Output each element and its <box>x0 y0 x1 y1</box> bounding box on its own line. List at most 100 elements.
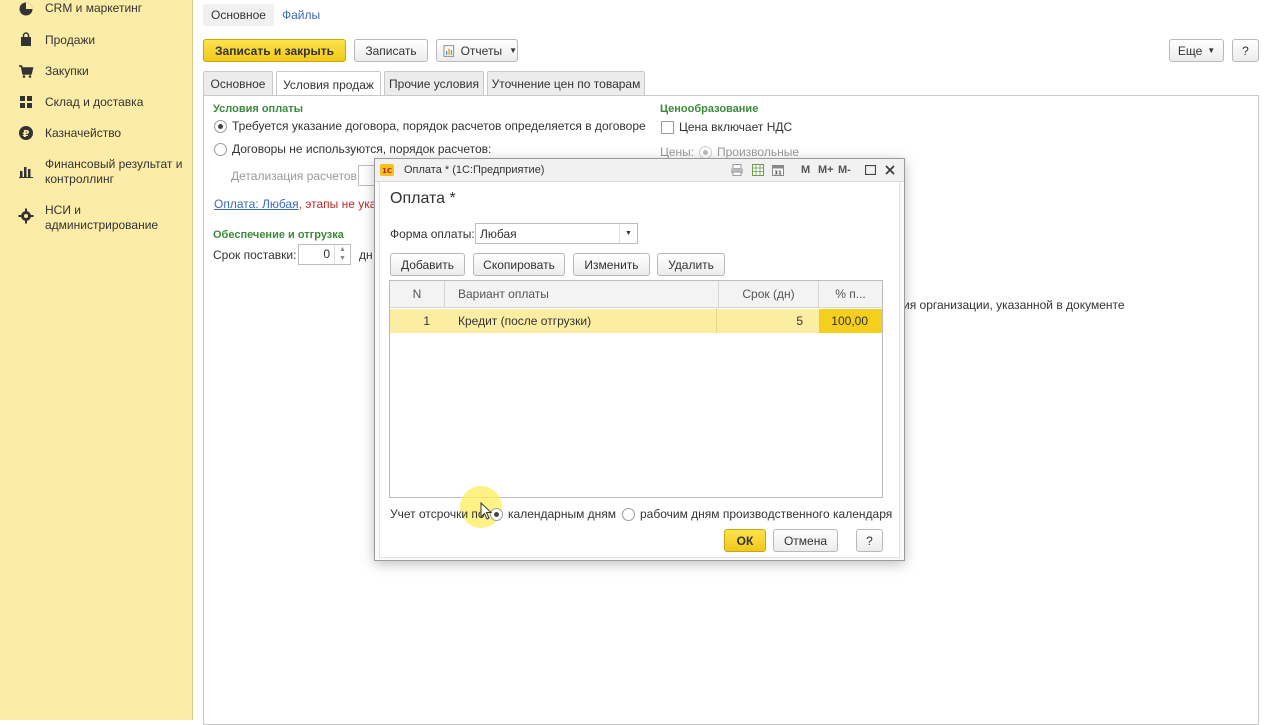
more-button[interactable]: Еще ▼ <box>1169 39 1224 62</box>
prices-label: Цены: <box>660 145 695 159</box>
nav-main[interactable]: Основное <box>203 4 274 26</box>
bar-chart-icon <box>19 167 33 178</box>
sidebar-item-financial-result[interactable]: Финансовый результат и контроллинг <box>0 156 193 188</box>
ok-button[interactable]: ОК <box>724 529 766 552</box>
table-row[interactable]: 1 Кредит (после отгрузки) 5 100,00 <box>390 309 882 333</box>
payment-options-table: N Вариант оплаты Срок (дн) % п... 1 Кред… <box>389 280 883 498</box>
memory-m-button[interactable]: M <box>801 164 810 176</box>
sidebar-item-label: Склад и доставка <box>45 95 144 109</box>
sidebar-item-nsi-admin[interactable]: НСИ и администрирование <box>0 202 193 234</box>
sidebar-item-label: Финансовый результат и контроллинг <box>45 157 183 186</box>
grid-icon <box>20 96 32 108</box>
column-header-term[interactable]: Срок (дн) <box>719 281 819 308</box>
radio-no-contract-label: Договоры не используются, порядок расчет… <box>232 142 492 156</box>
add-row-button[interactable]: Добавить <box>390 253 465 276</box>
sidebar-item-warehouse[interactable]: Склад и доставка <box>0 94 193 112</box>
edit-row-button[interactable]: Изменить <box>573 253 650 276</box>
radio-contract-required[interactable] <box>214 120 227 133</box>
svg-text:31: 31 <box>774 171 782 177</box>
dropdown-arrow-icon: ▼ <box>509 46 517 55</box>
reports-button[interactable]: Отчеты ▼ <box>436 39 518 62</box>
reports-label: Отчеты <box>460 43 503 58</box>
payment-terms-heading: Условия оплаты <box>213 103 304 115</box>
delivery-label: Срок поставки: <box>213 248 297 262</box>
radio-no-contract[interactable] <box>214 143 227 156</box>
delivery-value: 0 <box>323 247 330 261</box>
organization-note: ия организации, указанной в документе <box>903 298 1125 312</box>
payment-link[interactable]: Оплата: Любая <box>214 197 299 211</box>
vat-included-label: Цена включает НДС <box>679 120 793 134</box>
sidebar-item-label: Закупки <box>45 64 89 78</box>
sidebar-item-label: CRM и маркетинг <box>45 1 143 15</box>
cell-n: 1 <box>423 314 430 328</box>
sidebar-item-label: Казначейство <box>45 126 122 140</box>
dialog-heading: Оплата * <box>390 190 456 207</box>
deferral-label: Учет отсрочки по <box>390 507 485 521</box>
cell-variant: Кредит (после отгрузки) <box>445 309 717 333</box>
sidebar-item-label: Продажи <box>45 33 96 47</box>
sidebar: CRM и маркетинг Продажи Закупки Склад и … <box>0 0 193 720</box>
detail-label: Детализация расчетов: <box>231 169 361 183</box>
days-suffix: дн <box>359 248 373 262</box>
tab-main[interactable]: Основное <box>203 71 273 96</box>
prices-option-label: Произвольные <box>717 145 800 159</box>
dialog-help-button[interactable]: ? <box>856 529 883 552</box>
bag-icon <box>21 32 31 46</box>
payment-info: Оплата: Любая, этапы не указ <box>214 197 382 211</box>
save-button[interactable]: Записать <box>354 39 428 62</box>
dialog-titlebar[interactable]: 1С Оплата * (1С:Предприятие) 31 M M+ M- <box>375 159 904 182</box>
vat-included-checkbox[interactable] <box>661 121 674 134</box>
gear-icon <box>18 208 34 224</box>
cancel-button[interactable]: Отмена <box>773 529 838 552</box>
nav-files[interactable]: Файлы <box>274 4 328 26</box>
column-header-n[interactable]: N <box>390 281 445 308</box>
sidebar-item-sales[interactable]: Продажи <box>0 32 193 50</box>
tab-price-refinement[interactable]: Уточнение цен по товарам <box>487 71 645 96</box>
payment-form-select[interactable]: Любая ▼ <box>475 223 638 244</box>
print-icon[interactable] <box>730 164 744 176</box>
radio-contract-required-label: Требуется указание договора, порядок рас… <box>232 119 646 133</box>
cell-percent: 100,00 <box>819 309 882 333</box>
sidebar-item-purchases[interactable]: Закупки <box>0 63 193 81</box>
sidebar-item-crm[interactable]: CRM и маркетинг <box>0 1 193 19</box>
payment-form-label: Форма оплаты: <box>390 227 475 241</box>
cell-term: 5 <box>796 314 803 328</box>
table-header: N Вариант оплаты Срок (дн) % п... <box>390 281 882 308</box>
save-and-close-button[interactable]: Записать и закрыть <box>203 39 346 62</box>
dialog-window-title: Оплата * (1С:Предприятие) <box>404 164 545 176</box>
radio-working-days[interactable] <box>622 508 635 521</box>
spreadsheet-icon[interactable] <box>752 164 764 176</box>
svg-text:₽: ₽ <box>23 129 30 140</box>
ruble-icon: ₽ <box>19 126 33 140</box>
app-1c-icon: 1С <box>380 164 394 176</box>
shipping-heading: Обеспечение и отгрузка <box>213 229 344 241</box>
tab-sales-terms[interactable]: Условия продаж <box>276 71 381 97</box>
calendar-days-label: календарным дням <box>508 507 617 521</box>
report-icon <box>443 44 455 57</box>
svg-text:1С: 1С <box>382 167 392 175</box>
sidebar-item-label: НСИ и администрирование <box>45 203 159 232</box>
memory-plus-button[interactable]: M+ <box>818 164 834 176</box>
pricing-heading: Ценообразование <box>660 103 759 115</box>
maximize-icon[interactable] <box>865 165 876 175</box>
cart-icon <box>19 65 34 78</box>
copy-row-button[interactable]: Скопировать <box>473 253 565 276</box>
column-header-percent[interactable]: % п... <box>819 281 882 308</box>
close-icon[interactable] <box>885 165 895 175</box>
delete-row-button[interactable]: Удалить <box>657 253 725 276</box>
stages-warning: , этапы не указ <box>298 197 382 211</box>
mouse-pointer-icon <box>480 502 492 520</box>
payment-form-value: Любая <box>480 227 517 241</box>
tab-other-terms[interactable]: Прочие условия <box>384 71 484 96</box>
help-button[interactable]: ? <box>1232 39 1259 62</box>
column-header-variant[interactable]: Вариант оплаты <box>445 281 719 308</box>
chevron-down-icon[interactable]: ▼ <box>619 224 637 243</box>
working-days-label: рабочим дням производственного календаря <box>640 507 893 521</box>
more-label: Еще <box>1177 43 1203 58</box>
dropdown-arrow-icon: ▼ <box>1207 46 1216 55</box>
sidebar-item-treasury[interactable]: ₽ Казначейство <box>0 125 193 143</box>
stepper-arrows-icon[interactable]: ▲ ▼ <box>334 245 350 264</box>
delivery-stepper[interactable]: 0 ▲ ▼ <box>298 244 351 265</box>
memory-minus-button[interactable]: M- <box>838 164 851 176</box>
calendar-icon[interactable]: 31 <box>772 164 784 176</box>
